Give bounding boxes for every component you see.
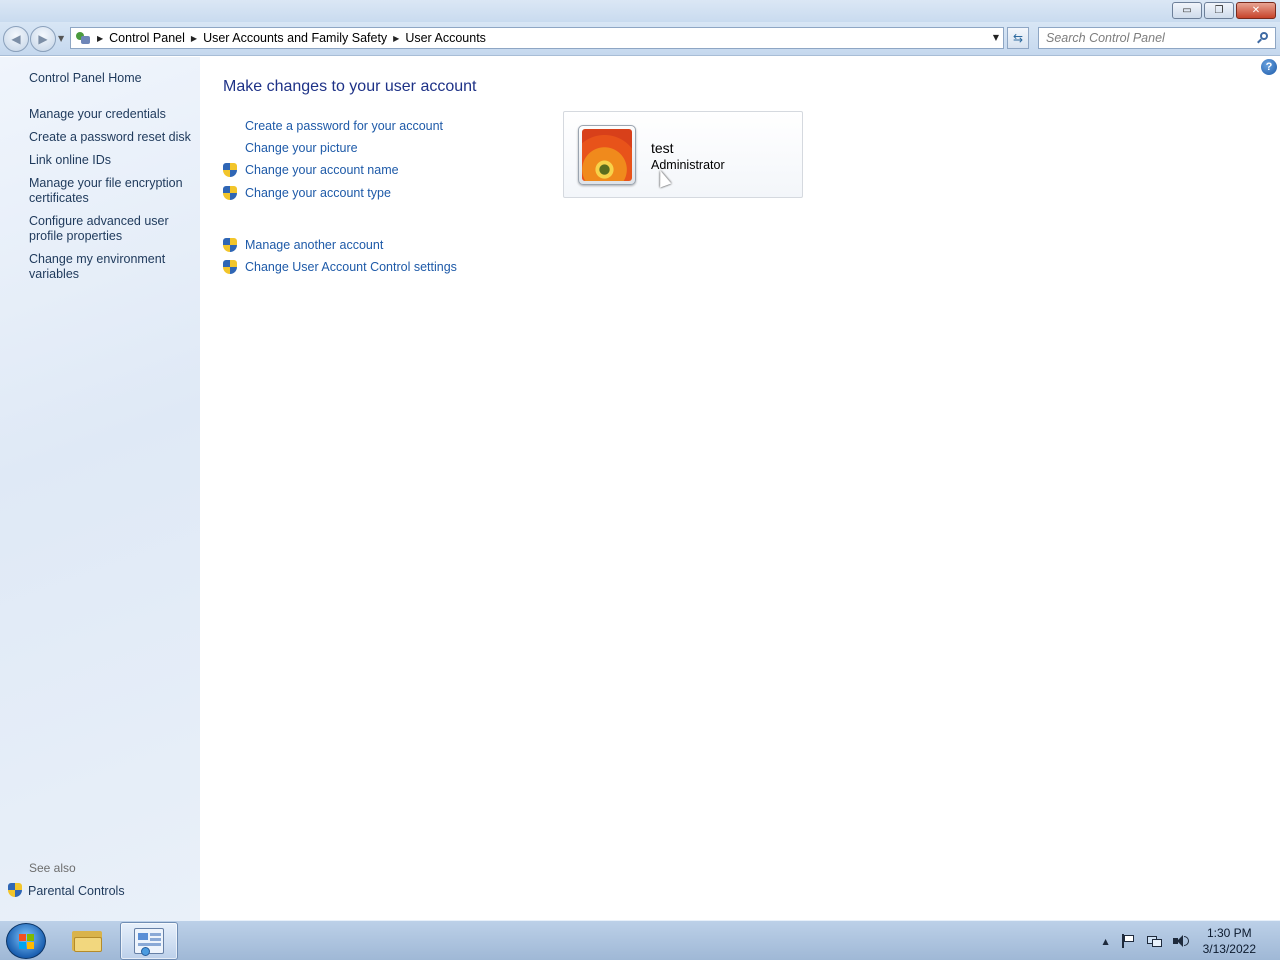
forward-icon: ▶ — [38, 32, 48, 46]
sidebar-item-advanced-profile-properties[interactable]: Configure advanced user profile properti… — [29, 214, 194, 244]
task-label: Manage another account — [245, 238, 384, 252]
action-center-flag-icon[interactable] — [1121, 934, 1135, 948]
refresh-icon: ⇆ — [1012, 31, 1024, 45]
sidebar-control-panel-home[interactable]: Control Panel Home — [29, 71, 194, 86]
taskbar-windows-explorer[interactable] — [58, 922, 116, 960]
window-controls: ▭ ❐ ✕ — [1172, 2, 1276, 19]
back-icon: ◀ — [11, 32, 21, 46]
minimize-button[interactable]: ▭ — [1172, 2, 1202, 19]
task-change-account-type[interactable]: Change your account type — [223, 185, 391, 201]
task-label: Change your account type — [245, 186, 391, 200]
breadcrumb-control-panel[interactable]: Control Panel — [103, 31, 191, 45]
system-tray: ▲ 1:30 PM 3/13/2022 — [1102, 921, 1280, 960]
account-name: test — [651, 140, 674, 156]
control-panel-icon — [75, 31, 91, 45]
task-label: Change your picture — [245, 141, 358, 155]
back-button[interactable]: ◀ — [3, 26, 29, 52]
close-button[interactable]: ✕ — [1236, 2, 1276, 19]
search-icon[interactable] — [1257, 32, 1269, 44]
sidebar-item-environment-variables[interactable]: Change my environment variables — [29, 252, 194, 282]
show-hidden-icons-button[interactable]: ▲ — [1102, 937, 1108, 946]
task-change-uac-settings[interactable]: Change User Account Control settings — [223, 259, 457, 275]
avatar[interactable] — [578, 125, 636, 185]
taskbar-control-panel[interactable] — [120, 922, 178, 960]
forward-button[interactable]: ▶ — [30, 26, 56, 52]
volume-icon[interactable] — [1172, 934, 1189, 948]
clock-date: 3/13/2022 — [1202, 942, 1256, 956]
parental-controls-label: Parental Controls — [28, 883, 125, 898]
account-picture — [582, 129, 632, 181]
task-change-account-name[interactable]: Change your account name — [223, 162, 399, 178]
clock[interactable]: 1:30 PM 3/13/2022 — [1203, 925, 1256, 957]
sidebar-item-manage-credentials[interactable]: Manage your credentials — [29, 107, 194, 122]
task-label: Change your account name — [245, 163, 399, 177]
page-title: Make changes to your user account — [223, 78, 477, 95]
start-button[interactable] — [6, 923, 46, 959]
see-also-parental-controls[interactable]: Parental Controls — [8, 883, 125, 898]
address-dropdown-icon[interactable]: ▼ — [993, 33, 999, 42]
account-card[interactable]: test Administrator — [563, 111, 803, 198]
refresh-button[interactable]: ⇆ — [1007, 27, 1029, 49]
task-create-password[interactable]: Create a password for your account — [223, 118, 443, 134]
address-bar[interactable]: ▶ Control Panel ▶ User Accounts and Fami… — [70, 27, 1004, 49]
recent-pages-dropdown[interactable]: ▼ — [58, 34, 64, 43]
clock-time: 1:30 PM — [1206, 926, 1252, 940]
folder-icon — [72, 929, 102, 953]
task-label: Change User Account Control settings — [245, 260, 457, 274]
sidebar-item-password-reset-disk[interactable]: Create a password reset disk — [29, 130, 194, 145]
task-label: Create a password for your account — [245, 119, 444, 133]
network-icon[interactable] — [1146, 934, 1163, 948]
navigation-bar: ◀ ▶ ▼ ▶ Control Panel ▶ User Accounts an… — [0, 22, 1280, 56]
windows-start-icon — [19, 934, 35, 950]
see-also-heading: See also — [29, 861, 76, 875]
uac-shield-icon — [223, 259, 237, 275]
restore-button[interactable]: ❐ — [1204, 2, 1234, 19]
sidebar-item-link-online-ids[interactable]: Link online IDs — [29, 153, 194, 168]
help-icon[interactable]: ? — [1261, 59, 1277, 75]
search-input[interactable] — [1046, 31, 1246, 45]
uac-shield-icon — [8, 883, 22, 898]
task-change-picture[interactable]: Change your picture — [223, 140, 358, 156]
title-bar: ▭ ❐ ✕ — [0, 0, 1280, 22]
control-panel-icon — [134, 928, 164, 956]
task-manage-another-account[interactable]: Manage another account — [223, 237, 383, 253]
left-task-pane: Control Panel Home Manage your credentia… — [0, 57, 200, 920]
sidebar-item-file-encryption-certificates[interactable]: Manage your file encryption certificates — [29, 176, 194, 206]
uac-shield-icon — [223, 185, 237, 201]
uac-shield-icon — [223, 237, 237, 253]
breadcrumb-user-accounts-family-safety[interactable]: User Accounts and Family Safety — [197, 31, 393, 45]
uac-shield-icon — [223, 162, 237, 178]
search-box[interactable] — [1038, 27, 1276, 49]
taskbar: ▲ 1:30 PM 3/13/2022 — [0, 920, 1280, 960]
breadcrumb-user-accounts[interactable]: User Accounts — [399, 31, 492, 45]
